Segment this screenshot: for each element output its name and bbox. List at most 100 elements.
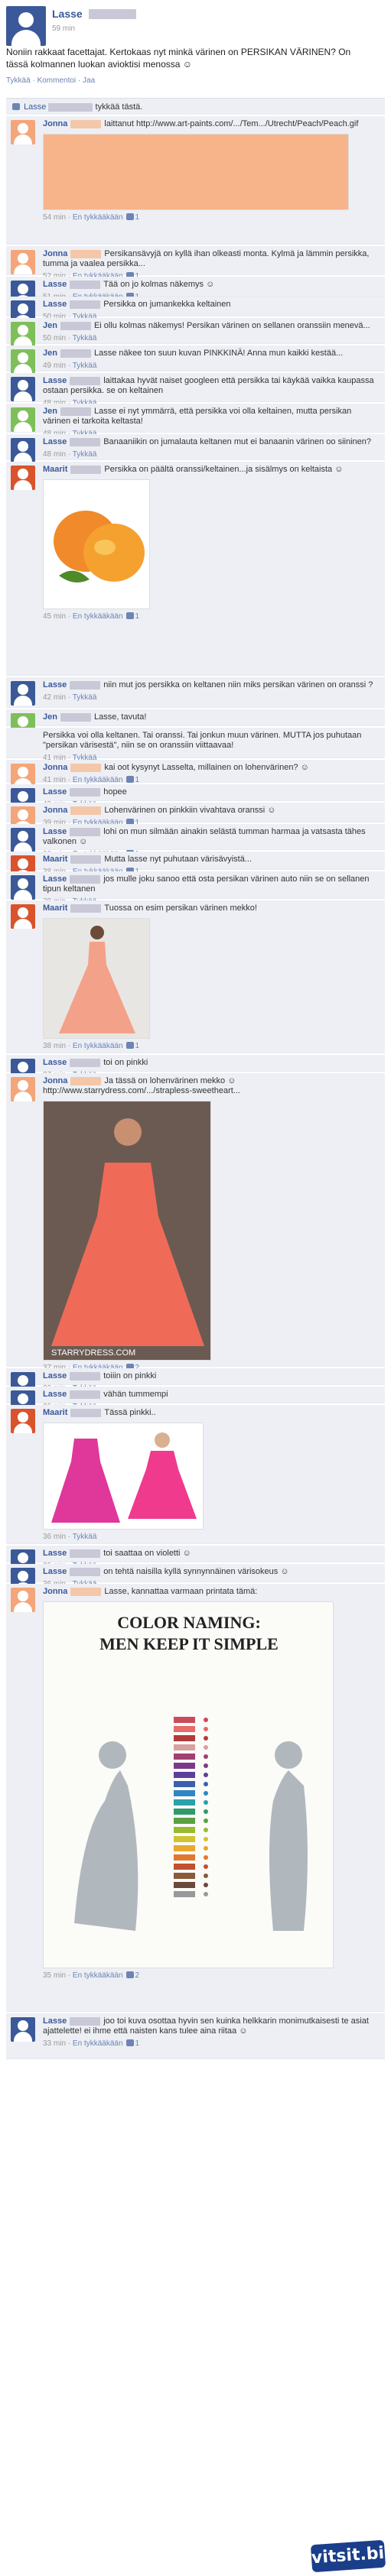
like-count[interactable]: 1 (135, 213, 140, 222)
comment-meta: 50 min · Tykkää (43, 333, 380, 343)
commenter-avatar[interactable] (11, 250, 35, 274)
comment-item: Jonna Lohenvärinen on pinkkiin vivahtava … (6, 803, 385, 831)
likes-bar: Lasse tykkää tästä. (6, 98, 385, 115)
commenter-name[interactable]: Jen (43, 712, 57, 722)
likes-name[interactable]: Lasse (24, 102, 46, 112)
commenter-name[interactable]: Maarit (43, 855, 67, 864)
comment-time[interactable]: 38 min · (43, 1042, 73, 1050)
like-count[interactable]: 1 (135, 1042, 140, 1050)
commenter-name[interactable]: Lasse (43, 1567, 67, 1576)
comment-text: Tää on jo kolmas näkemys ☺ (103, 280, 215, 289)
commenter-avatar[interactable] (11, 322, 35, 346)
like-link[interactable]: Tykkää (73, 334, 97, 342)
commenter-name[interactable]: Lasse (43, 1549, 67, 1558)
comment-time[interactable]: 41 min · (43, 776, 73, 784)
like-link[interactable]: En tykkääkään (73, 1971, 123, 1980)
commenter-name[interactable]: Maarit (43, 904, 67, 913)
salmon-dress-image[interactable]: STARRYDRESS.COM (43, 1101, 211, 1361)
peach-swatch-image[interactable] (43, 134, 349, 210)
commenter-avatar[interactable] (11, 1077, 35, 1101)
commenter-name[interactable]: Jonna (43, 119, 67, 128)
commenter-avatar[interactable] (11, 407, 35, 432)
peach-dress-image[interactable] (43, 918, 150, 1039)
like-link[interactable]: Tykkää (73, 693, 97, 702)
like-link[interactable]: Tykkää (73, 450, 97, 459)
commenter-name[interactable]: Jen (43, 407, 57, 416)
comment-item: Lasse joo toi kuva osottaa hyvin sen kuin… (6, 2013, 385, 2059)
commenter-name[interactable]: Jen (43, 349, 57, 358)
commenter-name[interactable]: Jonna (43, 763, 67, 772)
author-name[interactable]: Lasse (52, 8, 83, 20)
comment-time[interactable]: 35 min · (43, 1971, 73, 1980)
commenter-name[interactable]: Lasse (43, 1371, 67, 1380)
like-link[interactable]: Tykkää (73, 1533, 97, 1541)
commenter-name[interactable]: Lasse (43, 300, 67, 309)
like-link[interactable]: En tykkääkään (73, 612, 123, 621)
commenter-name[interactable]: Lasse (43, 1058, 67, 1067)
like-count[interactable]: 1 (135, 776, 140, 784)
comment-text: on tehtä naisilla kyllä synnynnäinen vär… (103, 1567, 289, 1576)
commenter-name[interactable]: Lasse (43, 376, 67, 385)
comment-time[interactable]: 45 min · (43, 612, 73, 621)
commenter-name[interactable]: Maarit (43, 1408, 67, 1417)
commenter-avatar[interactable] (11, 875, 35, 900)
comment-meta: 33 min · En tykkääkään 1 (43, 2039, 380, 2049)
comment-time[interactable]: 36 min · (43, 1533, 73, 1541)
comment-time[interactable]: 49 min · (43, 362, 73, 370)
peaches-image[interactable] (43, 479, 150, 609)
comment-item: Lasse lohi on mun silmään ainakin selästä… (6, 824, 385, 858)
commenter-name[interactable]: Lasse (43, 787, 67, 796)
commenter-name[interactable]: Lasse (43, 1390, 67, 1399)
like-link[interactable]: En tykkääkään (73, 213, 123, 222)
comment-time[interactable]: 42 min · (43, 693, 73, 702)
post-actions[interactable]: Tykkää · Kommentoi · Jaa (6, 76, 95, 85)
commenter-name[interactable]: Jonna (43, 1076, 67, 1085)
commenter-name[interactable]: Lasse (43, 827, 67, 836)
comment-text: laittanut http://www.art-paints.com/.../… (104, 119, 359, 128)
post-time[interactable]: 59 min (52, 24, 75, 33)
author-avatar[interactable] (6, 6, 46, 46)
comment-time[interactable]: 50 min · (43, 334, 73, 342)
commenter-name[interactable]: Lasse (43, 874, 67, 884)
infographic-title-1: COLOR NAMING: (117, 1613, 261, 1632)
like-link[interactable]: Tykkää (73, 362, 97, 370)
comment-meta: 49 min · Tykkää (43, 361, 380, 371)
commenter-avatar[interactable] (11, 438, 35, 462)
commenter-name[interactable]: Jonna (43, 1587, 67, 1596)
comment-meta: 45 min · En tykkääkään 1 (43, 612, 380, 621)
commenter-avatar[interactable] (11, 904, 35, 929)
like-count[interactable]: 1 (135, 612, 140, 621)
commenter-avatar[interactable] (11, 349, 35, 374)
commenter-name[interactable]: Jonna (43, 806, 67, 815)
commenter-avatar[interactable] (11, 1409, 35, 1433)
commenter-avatar[interactable] (11, 1588, 35, 1612)
comment-item: Lasse laittakaa hyvät naiset googleen ett… (6, 373, 385, 407)
comment-text: Banaaniikin on jumalauta keltanen mut ei… (103, 437, 372, 446)
comment-time[interactable]: 33 min · (43, 2039, 73, 2048)
like-count-icon (125, 2039, 134, 2046)
color-naming-infographic[interactable]: COLOR NAMING: MEN KEEP IT SIMPLE (43, 1601, 334, 1968)
like-link[interactable]: En tykkääkään (73, 2039, 123, 2048)
pink-dresses-image[interactable] (43, 1423, 204, 1530)
comment-text: Persikka voi olla keltanen. Tai oranssi.… (43, 731, 362, 750)
commenter-name[interactable]: Lasse (43, 2016, 67, 2026)
commenter-avatar[interactable] (11, 828, 35, 852)
commenter-avatar[interactable] (11, 2017, 35, 2042)
comment-time[interactable]: 48 min · (43, 450, 73, 459)
commenter-avatar[interactable] (11, 681, 35, 706)
comment-time[interactable]: 54 min · (43, 213, 73, 222)
commenter-name[interactable]: Lasse (43, 437, 67, 446)
like-link[interactable]: En tykkääkään (73, 776, 123, 784)
commenter-name[interactable]: Jonna (43, 249, 67, 258)
commenter-name[interactable]: Lasse (43, 680, 67, 689)
like-count-icon (125, 213, 134, 220)
commenter-name[interactable]: Jen (43, 321, 57, 330)
commenter-avatar[interactable] (11, 377, 35, 401)
like-link[interactable]: En tykkääkään (73, 1042, 123, 1050)
commenter-avatar[interactable] (11, 120, 35, 144)
commenter-name[interactable]: Lasse (43, 280, 67, 289)
like-count[interactable]: 2 (135, 1971, 140, 1980)
like-count[interactable]: 1 (135, 2039, 140, 2048)
commenter-avatar[interactable] (11, 466, 35, 490)
commenter-name[interactable]: Maarit (43, 465, 67, 474)
